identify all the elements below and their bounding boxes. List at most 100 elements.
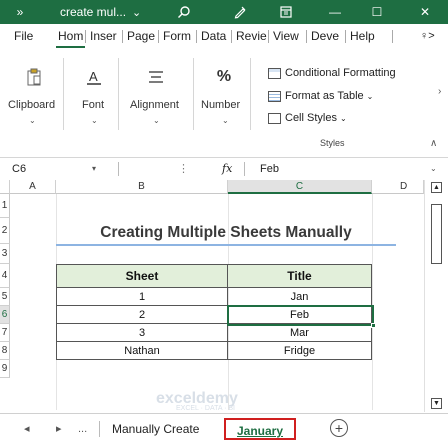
svg-text:A: A — [89, 69, 98, 84]
more-options-icon[interactable]: ⋮ — [178, 160, 189, 178]
clipboard-icon[interactable] — [22, 66, 46, 88]
row-header[interactable]: 1 — [0, 194, 10, 218]
sheet-tab-manually-create[interactable]: Manually Create — [106, 418, 205, 440]
column-header-b[interactable]: B — [56, 180, 228, 194]
table-cell[interactable]: Jan — [228, 288, 372, 306]
exceldemy-logo: exceldemy EXCEL · DATA · BI — [156, 390, 238, 412]
chevron-down-icon[interactable]: ▾ — [92, 160, 96, 178]
number-label[interactable]: Number — [201, 99, 240, 111]
scroll-tabs-left-icon[interactable]: ◂ — [24, 414, 30, 443]
chevron-down-icon[interactable]: ⌄ — [153, 116, 160, 125]
tab-view[interactable]: View — [271, 24, 301, 48]
row-header[interactable]: 2 — [0, 218, 10, 244]
menu-divider — [158, 30, 159, 43]
menu-divider — [122, 30, 123, 43]
conditional-formatting-button[interactable]: Conditional Formatting — [268, 67, 396, 79]
tab-review[interactable]: Revie — [234, 24, 269, 48]
cell-styles-button[interactable]: Cell Styles ⌄ — [268, 112, 347, 124]
close-icon[interactable]: ✕ — [412, 0, 438, 24]
alignment-label[interactable]: Alignment — [130, 99, 179, 111]
chevron-right-icon[interactable]: › — [438, 86, 441, 97]
conditional-formatting-icon — [268, 67, 281, 79]
tab-formulas[interactable]: Form — [161, 24, 193, 48]
scroll-tabs-right-icon[interactable]: ▸ — [56, 414, 62, 443]
font-icon[interactable]: A — [82, 66, 106, 88]
format-as-table-button[interactable]: Format as Table ⌄ — [268, 90, 373, 102]
column-header-d[interactable]: D — [372, 180, 424, 194]
table-cell[interactable]: 1 — [56, 288, 228, 306]
column-header-c[interactable]: C — [228, 180, 372, 194]
menu-divider — [268, 30, 269, 43]
scroll-down-icon[interactable]: ▼ — [431, 398, 442, 409]
row-header[interactable]: 6 — [0, 306, 10, 324]
table-header-title[interactable]: Title — [228, 264, 372, 288]
chevron-down-icon[interactable]: ⌄ — [91, 116, 98, 125]
format-as-table-icon — [268, 90, 281, 102]
cell-styles-label: Cell Styles — [285, 112, 337, 124]
menu-divider — [392, 30, 393, 43]
row-header[interactable]: 8 — [0, 342, 10, 360]
font-label[interactable]: Font — [82, 99, 104, 111]
cell-styles-icon — [268, 112, 281, 124]
formula-bar: C6 ▾ ⋮ fx Feb ⌄ — [0, 160, 448, 178]
fx-icon[interactable]: fx — [222, 160, 232, 178]
row-header[interactable]: 7 — [0, 324, 10, 342]
expand-toolbar-icon[interactable]: » — [10, 0, 30, 24]
clipboard-label[interactable]: Clipboard — [8, 99, 55, 111]
scroll-up-icon[interactable]: ▲ — [431, 182, 442, 193]
row-header[interactable]: 5 — [0, 288, 10, 306]
sheet-tabs-bar: ◂ ▸ ... Manually Create January + — [0, 413, 448, 443]
add-sheet-icon[interactable]: + — [330, 419, 348, 437]
document-title-text: create mul... — [60, 5, 127, 19]
row-header[interactable]: 3 — [0, 244, 10, 264]
menu-divider — [85, 30, 86, 43]
pen-icon[interactable] — [228, 0, 252, 24]
tab-file[interactable]: File — [12, 24, 35, 48]
ribbon-tabs: File Hom Inser Page Form Data Revie View… — [0, 24, 448, 48]
tab-divider — [99, 421, 100, 437]
ribbon-divider — [250, 58, 251, 130]
tell-me-icon[interactable]: ♀> — [418, 24, 437, 48]
ribbon-display-icon[interactable] — [274, 0, 298, 24]
tab-insert[interactable]: Inser — [88, 24, 119, 48]
maximize-icon[interactable]: ☐ — [364, 0, 390, 24]
chevron-down-icon[interactable]: ⌄ — [222, 116, 229, 125]
table-header-sheet[interactable]: Sheet — [56, 264, 228, 288]
scrollbar-thumb[interactable] — [431, 204, 442, 264]
percent-icon[interactable]: % — [212, 66, 236, 88]
tab-page-layout[interactable]: Page — [125, 24, 157, 48]
name-box[interactable]: C6 — [12, 160, 26, 178]
vertical-scrollbar[interactable]: ▲ ▼ — [424, 180, 448, 412]
tab-help[interactable]: Help — [348, 24, 377, 48]
table-cell[interactable]: Nathan — [56, 342, 228, 360]
table-cell[interactable]: Fridge — [228, 342, 372, 360]
table-cell[interactable]: Mar — [228, 324, 372, 342]
table-cell[interactable]: 2 — [56, 306, 228, 324]
styles-group-label: Styles — [320, 138, 345, 148]
tab-data[interactable]: Data — [199, 24, 228, 48]
select-all-corner[interactable] — [0, 180, 10, 194]
menu-divider — [196, 30, 197, 43]
alignment-icon[interactable] — [144, 66, 168, 88]
more-sheets-ellipsis[interactable]: ... — [78, 414, 87, 443]
worksheet-grid[interactable]: A B C D 1 2 3 4 5 6 7 8 9 Creating Multi… — [0, 180, 448, 410]
row-header[interactable]: 9 — [0, 360, 10, 378]
menu-divider — [231, 30, 232, 43]
search-icon[interactable] — [172, 0, 196, 24]
chevron-down-icon[interactable]: ⌄ — [29, 116, 36, 125]
minimize-icon[interactable]: — — [322, 0, 348, 24]
formula-input[interactable]: Feb — [260, 160, 279, 178]
tab-home[interactable]: Hom — [56, 24, 86, 48]
collapse-ribbon-icon[interactable]: ∧ — [430, 138, 437, 149]
sheet-tab-january[interactable]: January — [224, 418, 296, 440]
document-title[interactable]: create mul... ⌄ — [60, 0, 150, 24]
ribbon: Clipboard ⌄ A Font ⌄ Alignment ⌄ % Numbe… — [0, 50, 448, 158]
row-header[interactable]: 4 — [0, 264, 10, 288]
column-header-a[interactable]: A — [10, 180, 56, 194]
table-cell[interactable]: 3 — [56, 324, 228, 342]
sheet-heading[interactable]: Creating Multiple Sheets Manually — [56, 220, 396, 246]
title-bar: » create mul... ⌄ — ☐ ✕ — [0, 0, 448, 24]
fill-handle[interactable] — [371, 323, 376, 328]
tab-developer[interactable]: Deve — [309, 24, 341, 48]
chevron-down-icon[interactable]: ⌄ — [430, 160, 437, 178]
